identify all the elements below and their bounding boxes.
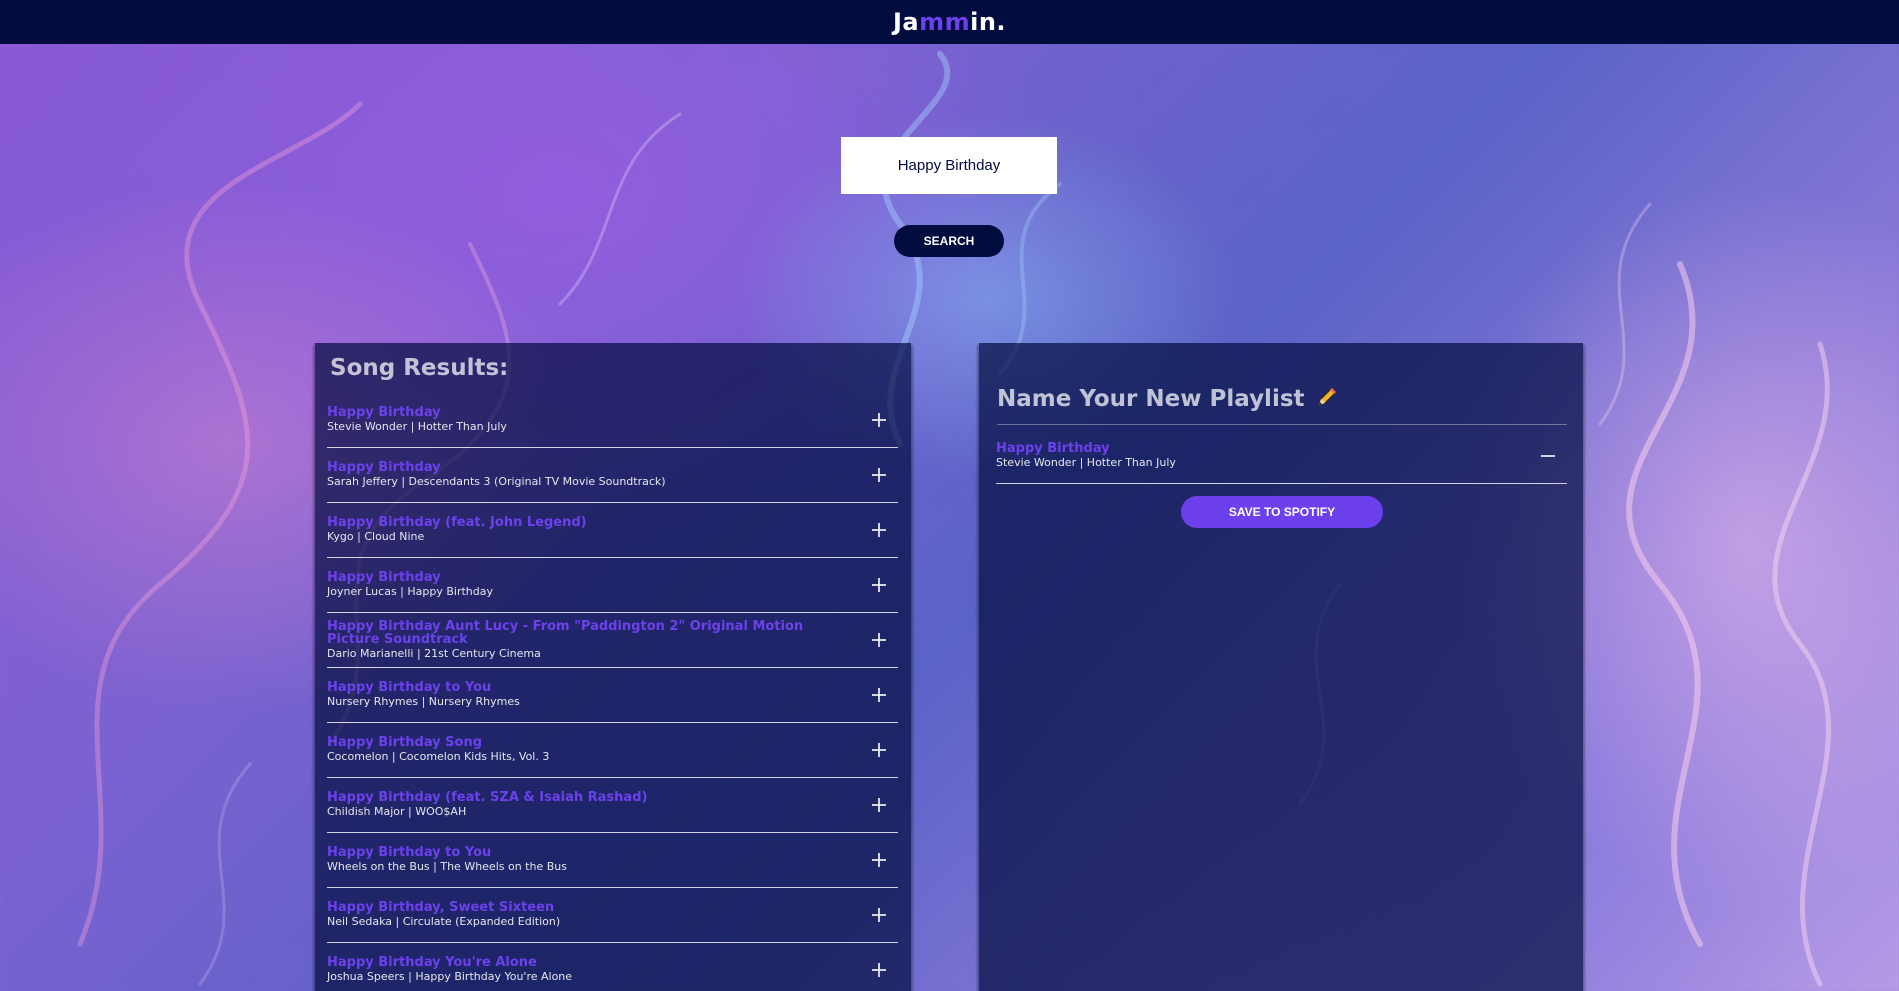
track-name: Happy Birthday Aunt Lucy - From "Padding… [327,618,804,647]
track-row: Happy Birthday Stevie Wonder | Hotter Tha… [996,429,1567,484]
track-name: Happy Birthday [327,570,441,585]
track-row: Happy Birthday (feat. John Legend) Kygo |… [327,503,898,558]
track-artist-album: Neil Sedaka | Circulate (Expanded Editio… [327,915,561,928]
add-track-button[interactable] [866,792,892,818]
add-track-button[interactable] [866,627,892,653]
track-info: Happy Birthday Stevie Wonder | Hotter Tha… [327,406,898,434]
track-artist-album: Joshua Speers | Happy Birthday You're Al… [327,970,573,983]
save-to-spotify-button[interactable]: SAVE TO SPOTIFY [1181,496,1383,528]
track-row: Happy Birthday Stevie Wonder | Hotter Tha… [327,393,898,448]
track-name: Happy Birthday Song [327,735,483,750]
track-row: Happy Birthday You're Alone Joshua Speers… [327,943,898,991]
track-name: Happy Birthday to You [327,680,492,695]
track-info: Happy Birthday Joyner Lucas | Happy Birth… [327,571,898,599]
track-name: Happy Birthday (feat. SZA & Isaiah Rasha… [327,790,648,805]
track-info: Happy Birthday (feat. SZA & Isaiah Rasha… [327,791,898,819]
playlist-name-row[interactable]: Name Your New Playlist [997,385,1339,413]
track-name: Happy Birthday [996,441,1110,456]
playlist-divider [997,424,1567,425]
track-artist-album: Cocomelon | Cocomelon Kids Hits, Vol. 3 [327,750,550,763]
plus-icon [872,798,886,812]
app-logo: Jammin. [892,8,1007,36]
search-input[interactable] [841,137,1057,194]
plus-icon [872,908,886,922]
track-artist-album: Dario Marianelli | 21st Century Cinema [327,646,541,660]
track-name: Happy Birthday [327,405,441,420]
track-row: Happy Birthday Aunt Lucy - From "Padding… [327,613,898,668]
track-info: Happy Birthday to You Nursery Rhymes | Nu… [327,681,898,709]
search-button[interactable]: SEARCH [894,225,1004,257]
track-row: Happy Birthday Joyner Lucas | Happy Birth… [327,558,898,613]
track-info: Happy Birthday You're Alone Joshua Speers… [327,956,898,984]
track-info: Happy Birthday, Sweet Sixteen Neil Sedaka… [327,901,898,929]
plus-icon [872,413,886,427]
plus-icon [872,688,886,702]
track-artist-album: Nursery Rhymes | Nursery Rhymes [327,695,520,708]
track-info: Happy Birthday Aunt Lucy - From "Padding… [327,620,898,661]
track-row: Happy Birthday to You Nursery Rhymes | Nu… [327,668,898,723]
track-row: Happy Birthday Sarah Jeffery | Descendant… [327,448,898,503]
track-artist-album: Sarah Jeffery | Descendants 3 (Original … [327,475,666,488]
plus-icon [872,523,886,537]
track-artist-album: Kygo | Cloud Nine [327,530,425,543]
pencil-icon [1315,385,1339,413]
track-name: Happy Birthday You're Alone [327,955,537,970]
plus-icon [872,578,886,592]
add-track-button[interactable] [866,517,892,543]
track-name: Happy Birthday (feat. John Legend) [327,515,587,530]
app-header: Jammin. [0,0,1899,44]
playlist-track-list: Happy Birthday Stevie Wonder | Hotter Tha… [996,429,1567,484]
track-name: Happy Birthday, Sweet Sixteen [327,900,555,915]
track-name: Happy Birthday [327,460,441,475]
plus-icon [872,743,886,757]
playlist-panel: Name Your New Playlist Happy Birthday Ste… [979,343,1583,991]
minus-icon [1541,455,1555,457]
track-info: Happy Birthday Sarah Jeffery | Descendant… [327,461,898,489]
add-track-button[interactable] [866,902,892,928]
track-artist-album: Stevie Wonder | Hotter Than July [996,456,1176,469]
track-info: Happy Birthday (feat. John Legend) Kygo |… [327,516,898,544]
track-artist-album: Wheels on the Bus | The Wheels on the Bu… [327,860,567,873]
track-row: Happy Birthday Song Cocomelon | Cocomelon… [327,723,898,778]
track-artist-album: Childish Major | WOO$AH [327,805,467,818]
plus-icon [872,468,886,482]
results-track-list: Happy Birthday Stevie Wonder | Hotter Tha… [327,393,898,991]
add-track-button[interactable] [866,737,892,763]
track-info: Happy Birthday to You Wheels on the Bus |… [327,846,898,874]
remove-track-button[interactable] [1535,443,1561,469]
search-results-panel: Song Results: Happy Birthday Stevie Wonde… [315,343,911,991]
track-row: Happy Birthday to You Wheels on the Bus |… [327,833,898,888]
plus-icon [872,633,886,647]
track-row: Happy Birthday (feat. SZA & Isaiah Rasha… [327,778,898,833]
playlist-name-input[interactable]: Name Your New Playlist [997,386,1305,412]
track-info: Happy Birthday Song Cocomelon | Cocomelon… [327,736,898,764]
plus-icon [872,853,886,867]
add-track-button[interactable] [866,847,892,873]
add-track-button[interactable] [866,407,892,433]
track-name: Happy Birthday to You [327,845,492,860]
track-artist-album: Stevie Wonder | Hotter Than July [327,420,507,433]
track-info: Happy Birthday Stevie Wonder | Hotter Tha… [996,442,1567,470]
track-row: Happy Birthday, Sweet Sixteen Neil Sedaka… [327,888,898,943]
add-track-button[interactable] [866,682,892,708]
add-track-button[interactable] [866,572,892,598]
plus-icon [872,963,886,977]
results-title: Song Results: [330,355,509,381]
track-artist-album: Joyner Lucas | Happy Birthday [327,585,493,598]
add-track-button[interactable] [866,957,892,983]
add-track-button[interactable] [866,462,892,488]
